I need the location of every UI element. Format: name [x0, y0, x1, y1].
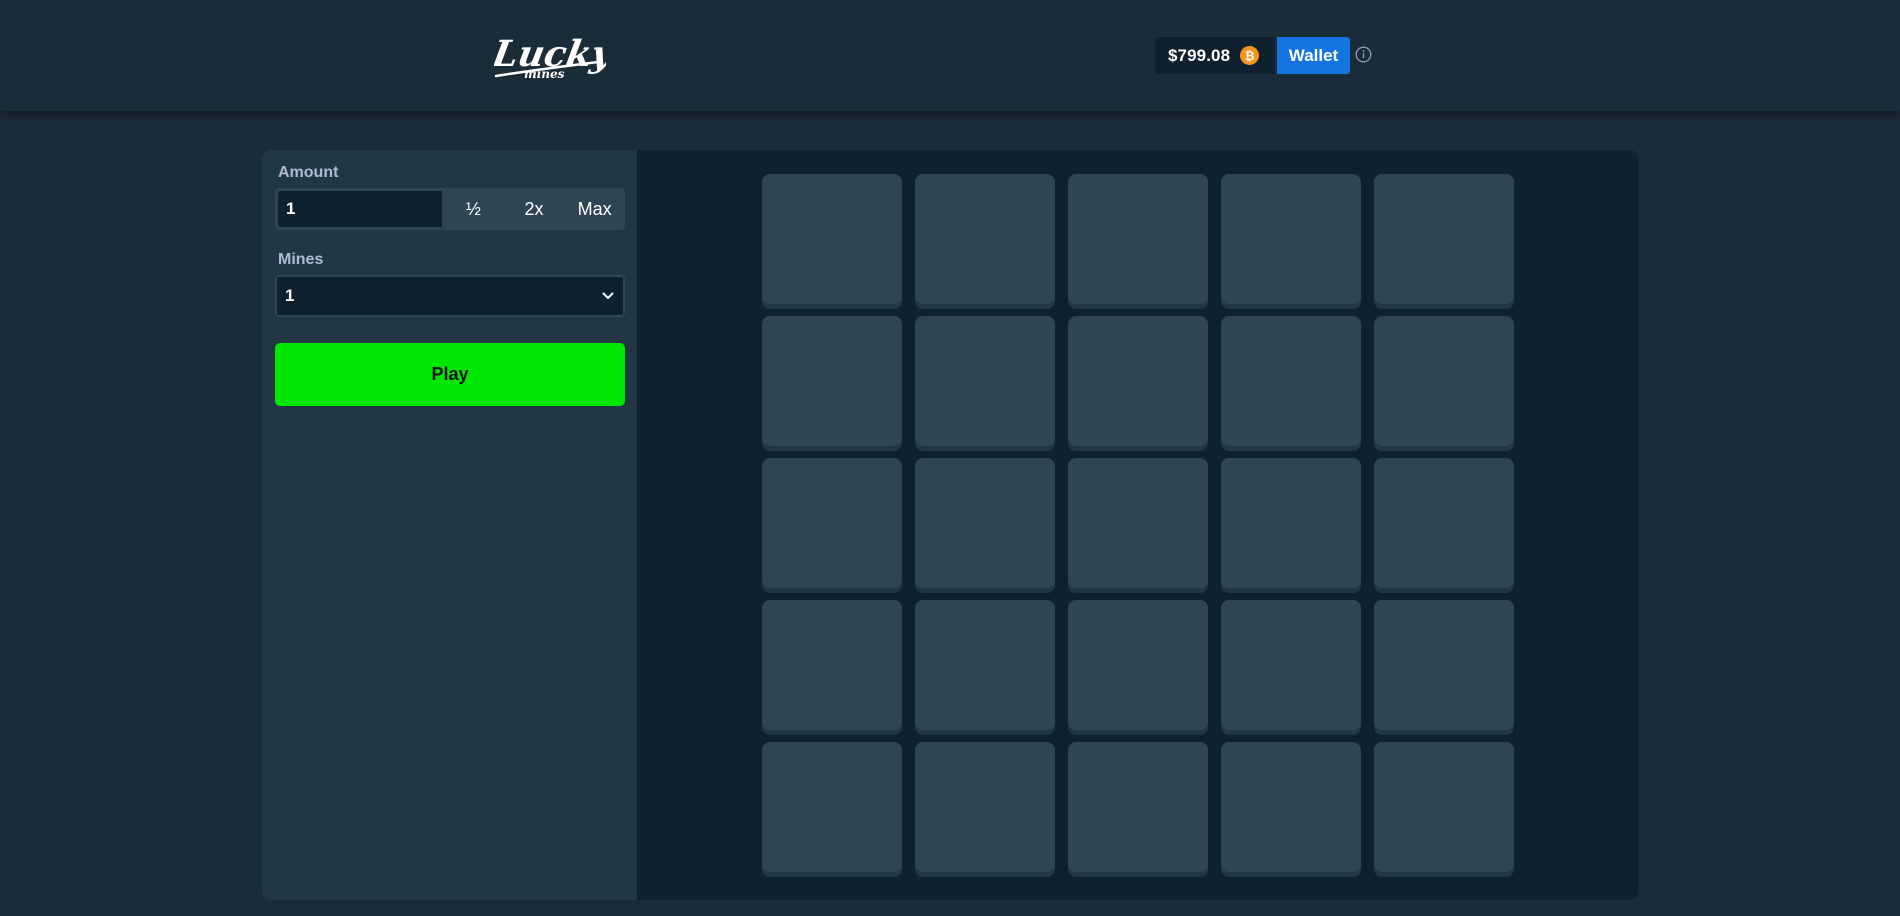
bet-controls-panel: Amount ½ 2x Max Mines 1 Play	[262, 150, 637, 900]
mine-tile[interactable]	[1374, 174, 1514, 304]
mine-tile[interactable]	[915, 316, 1055, 446]
play-button[interactable]: Play	[275, 343, 625, 406]
mine-tile[interactable]	[762, 458, 902, 588]
mine-tile[interactable]	[915, 600, 1055, 730]
mine-tile[interactable]	[1068, 742, 1208, 872]
wallet-button[interactable]: Wallet	[1277, 37, 1350, 74]
double-amount-button[interactable]: 2x	[504, 188, 565, 230]
max-amount-button[interactable]: Max	[564, 188, 625, 230]
mine-tile[interactable]	[915, 458, 1055, 588]
balance-display: $799.08 ₿	[1155, 37, 1275, 74]
amount-input[interactable]	[277, 190, 443, 228]
mine-tile[interactable]	[1068, 600, 1208, 730]
half-amount-button[interactable]: ½	[443, 188, 504, 230]
mine-tile[interactable]	[1221, 174, 1361, 304]
mines-board	[762, 174, 1514, 874]
mine-tile[interactable]	[762, 742, 902, 872]
mine-tile[interactable]	[1374, 600, 1514, 730]
mine-tile[interactable]	[1374, 316, 1514, 446]
balance-amount: $799.08	[1168, 45, 1231, 65]
mine-tile[interactable]	[1221, 316, 1361, 446]
lucky-mines-logo[interactable]: Lucky mines	[494, 26, 606, 84]
top-bar: Lucky mines $799.08 ₿ Wallet	[0, 0, 1900, 111]
bitcoin-icon: ₿	[1240, 46, 1260, 65]
amount-label: Amount	[278, 164, 339, 181]
mine-tile[interactable]	[1374, 742, 1514, 872]
mines-value: 1	[285, 286, 295, 305]
amount-row: ½ 2x Max	[275, 188, 625, 230]
mine-tile[interactable]	[762, 316, 902, 446]
mine-tile[interactable]	[1068, 458, 1208, 588]
mine-tile[interactable]	[1221, 742, 1361, 872]
mines-game: Amount ½ 2x Max Mines 1 Play	[262, 150, 1638, 900]
mine-tile[interactable]	[1221, 458, 1361, 588]
mine-tile[interactable]	[1068, 174, 1208, 304]
mines-label: Mines	[278, 251, 324, 268]
mine-tile[interactable]	[1374, 458, 1514, 588]
mine-tile[interactable]	[915, 742, 1055, 872]
info-icon[interactable]	[1355, 46, 1372, 63]
mine-tile[interactable]	[1068, 316, 1208, 446]
mines-select[interactable]: 1	[275, 275, 625, 317]
mine-tile[interactable]	[915, 174, 1055, 304]
mine-tile[interactable]	[1221, 600, 1361, 730]
mine-tile[interactable]	[762, 174, 902, 304]
mine-tile[interactable]	[762, 600, 902, 730]
chevron-down-icon	[602, 292, 614, 299]
